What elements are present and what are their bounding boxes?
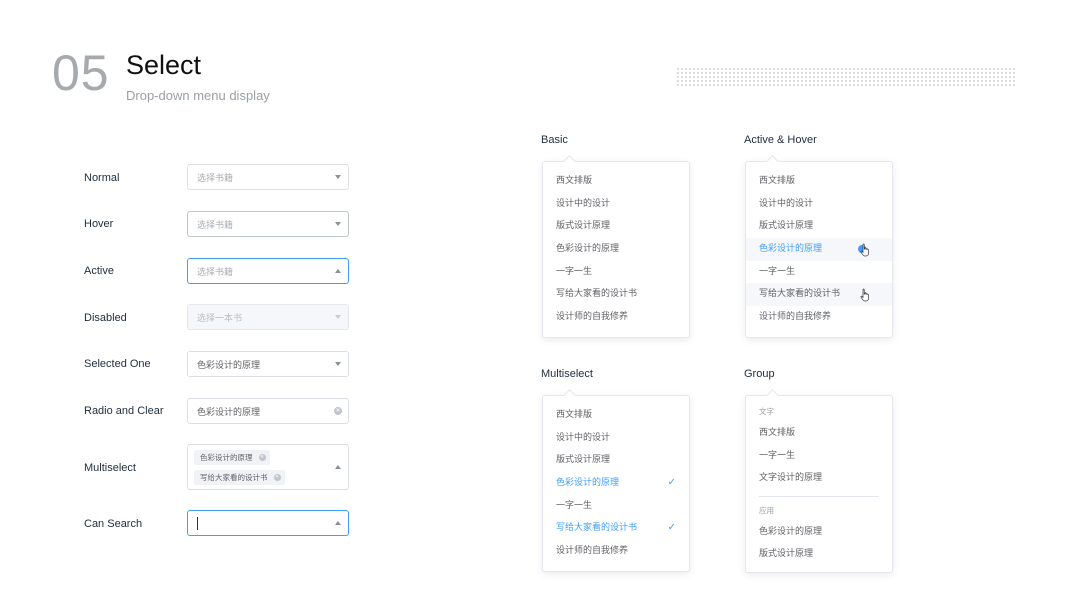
dot-pattern-decoration [676,67,1016,88]
text-caret [197,517,198,530]
option-label: 写给大家看的设计书 [556,523,638,534]
dropdown-option[interactable]: 设计中的设计 [543,427,689,450]
chevron-up-icon [335,269,341,273]
selected-tag: 色彩设计的原理 ✕ [194,449,270,465]
can-search-label: Can Search [84,518,143,530]
dropdown-option[interactable]: 写给大家看的设计书 [543,283,689,306]
chevron-down-icon [335,315,341,319]
group-option[interactable]: 一字一生 [746,445,892,468]
tag-label: 色彩设计的原理 [200,452,253,462]
chevron-up-icon [335,521,341,525]
dropdown-option[interactable]: 西文排版 [746,170,892,193]
active-hover-panel-title: Active & Hover [744,134,817,146]
select-value: 色彩设计的原理 [197,360,261,371]
selected-tag: 写给大家看的设计书 ✕ [194,469,285,485]
tag-close-icon[interactable]: ✕ [258,453,266,461]
group-heading: 应用 [759,505,774,515]
tag-close-icon[interactable]: ✕ [273,473,281,481]
basic-panel-title: Basic [541,134,568,146]
normal-select[interactable]: 选择书籍 [187,164,349,190]
selected-one-label: Selected One [84,358,151,370]
dropdown-option[interactable]: 西文排版 [543,404,689,427]
tag-label: 写给大家看的设计书 [200,472,268,482]
dropdown-option[interactable]: 一字一生 [543,495,689,518]
clear-icon[interactable]: ✕ [334,407,342,415]
multiselect-panel-title: Multiselect [541,368,593,380]
dropdown-option[interactable]: 设计师的自我修养 [746,306,892,329]
select-value: 色彩设计的原理 [197,407,261,418]
dropdown-option[interactable]: 版式设计原理 [746,215,892,238]
chevron-down-icon [335,362,341,366]
dropdown-option[interactable]: 色彩设计的原理 [543,238,689,261]
active-select[interactable]: 选择书籍 [187,258,349,284]
chevron-down-icon [335,175,341,179]
section-number: 05 [52,45,110,101]
select-placeholder: 选择一本书 [197,313,243,324]
dropdown-option[interactable]: 版式设计原理 [543,215,689,238]
multiselect-select[interactable]: 色彩设计的原理 ✕ 写给大家看的设计书 ✕ [187,444,349,490]
chevron-up-icon [335,465,341,469]
select-placeholder: 选择书籍 [197,173,234,184]
select-placeholder: 选择书籍 [197,267,234,278]
hand-cursor-icon [860,243,869,257]
group-option[interactable]: 版式设计原理 [746,543,892,566]
dropdown-option-selected[interactable]: 写给大家看的设计书 ✓ [543,517,689,540]
dropdown-option[interactable]: 版式设计原理 [543,449,689,472]
page-subtitle: Drop-down menu display [126,88,270,103]
option-label: 色彩设计的原理 [556,478,620,489]
group-option[interactable]: 色彩设计的原理 [746,521,892,544]
radio-clear-label: Radio and Clear [84,405,164,417]
group-heading: 文字 [759,407,774,416]
multiselect-label: Multiselect [84,462,136,474]
page-title: Select [126,50,202,80]
select-placeholder: 选择书籍 [197,220,234,231]
dropdown-option-selected[interactable]: 色彩设计的原理 ✓ [543,472,689,495]
group-dropdown: 文字 西文排版 一字一生 文字设计的原理 应用 色彩设计的原理 版式设计原理 [745,395,893,573]
group-panel-title: Group [744,368,775,380]
active-hover-dropdown: 西文排版 设计中的设计 版式设计原理 色彩设计的原理 一字一生 写给大家看的设计… [745,161,893,338]
hover-select[interactable]: 选择书籍 [187,211,349,237]
selected-one-select[interactable]: 色彩设计的原理 [187,351,349,377]
dropdown-option[interactable]: 一字一生 [746,261,892,284]
group-divider [759,495,879,497]
chevron-down-icon [335,222,341,226]
option-label: 色彩设计的原理 [759,244,823,255]
group-option[interactable]: 西文排版 [746,422,892,445]
group-option[interactable]: 文字设计的原理 [746,467,892,490]
dropdown-option-hover[interactable]: 写给大家看的设计书 [746,283,892,307]
radio-clear-select[interactable]: 色彩设计的原理 ✕ [187,398,349,424]
dropdown-option[interactable]: 一字一生 [543,261,689,284]
multiselect-dropdown: 西文排版 设计中的设计 版式设计原理 色彩设计的原理 ✓ 一字一生 写给大家看的… [542,395,690,572]
basic-dropdown: 西文排版 设计中的设计 版式设计原理 色彩设计的原理 一字一生 写给大家看的设计… [542,161,690,338]
dropdown-option[interactable]: 西文排版 [543,170,689,193]
active-label: Active [84,265,114,277]
check-icon: ✓ [667,522,676,534]
dropdown-option-active[interactable]: 色彩设计的原理 [746,238,892,261]
search-select-input[interactable] [187,510,349,536]
hand-cursor-icon [860,289,869,302]
normal-label: Normal [84,172,120,184]
disabled-select: 选择一本书 [187,304,349,330]
option-label: 写给大家看的设计书 [759,289,841,300]
dropdown-option[interactable]: 设计师的自我修养 [543,306,689,329]
dropdown-option[interactable]: 设计中的设计 [746,193,892,216]
check-icon: ✓ [667,477,676,489]
dropdown-option[interactable]: 设计师的自我修养 [543,540,689,563]
dropdown-option[interactable]: 设计中的设计 [543,193,689,216]
hover-label: Hover [84,218,114,230]
disabled-label: Disabled [84,312,127,324]
